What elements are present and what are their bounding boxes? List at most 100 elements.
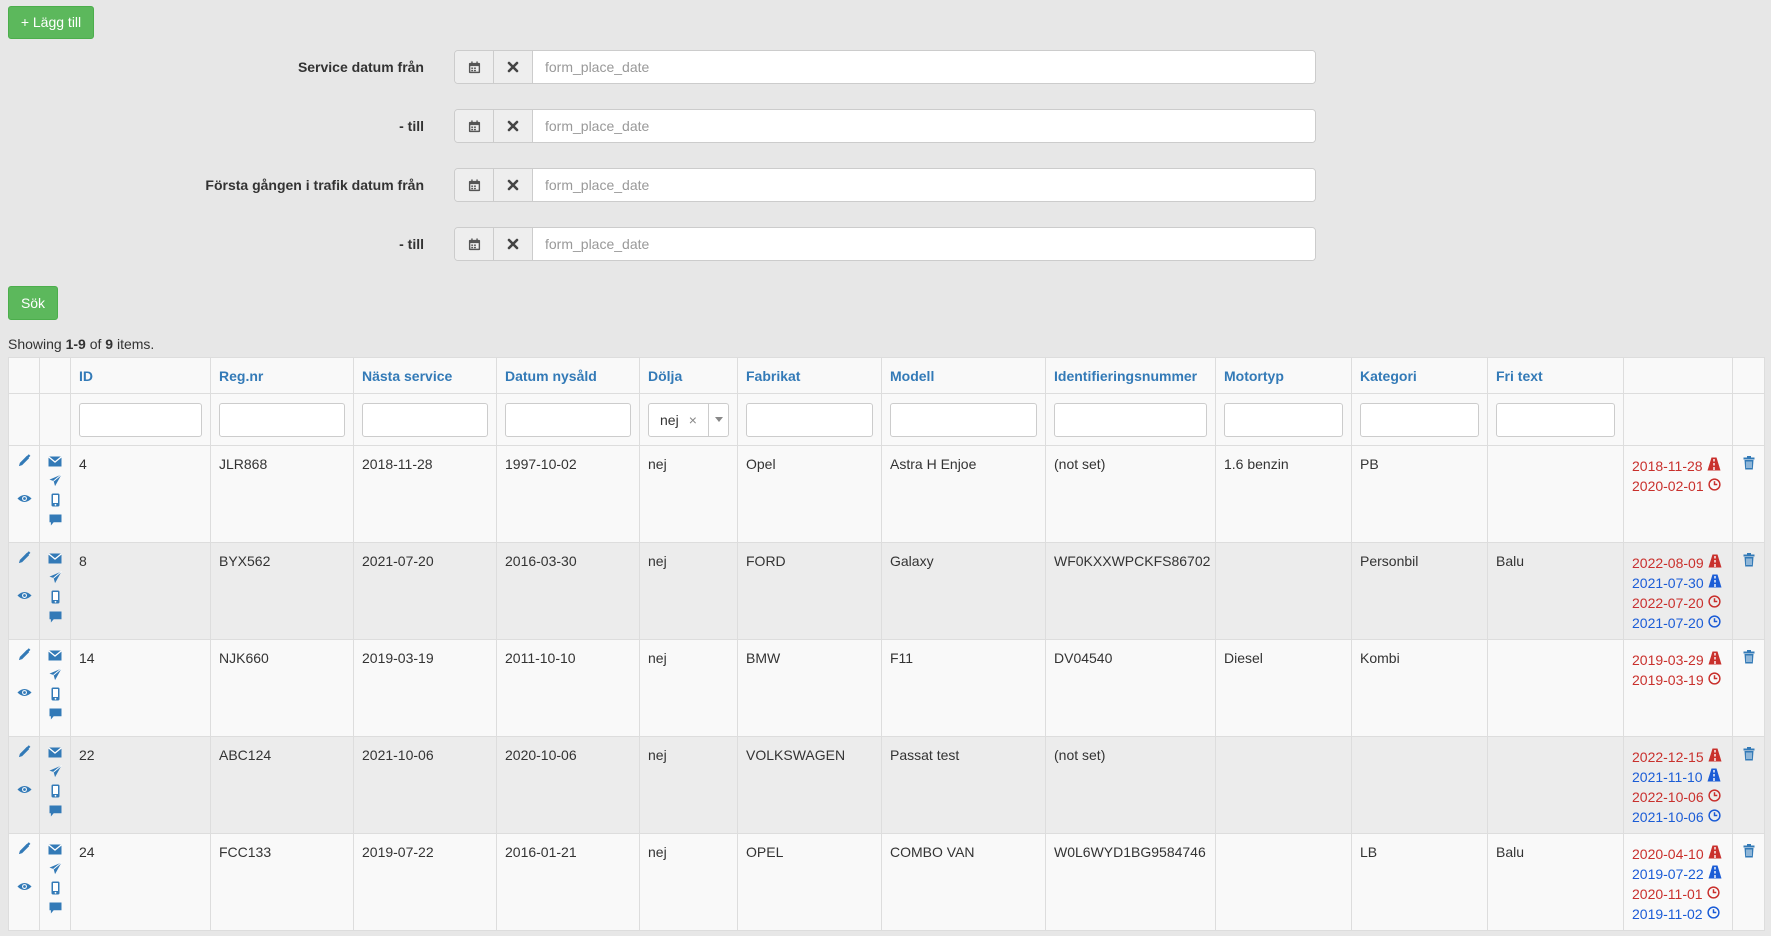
sort-link[interactable]: Identifieringsnummer [1054, 368, 1197, 384]
envelope-icon[interactable] [41, 648, 70, 664]
column-filter-input[interactable] [505, 402, 631, 437]
sort-link[interactable]: Fri text [1496, 368, 1543, 384]
phone-icon[interactable] [41, 784, 70, 801]
cell-dolja: nej [639, 639, 738, 737]
trash-icon[interactable] [1743, 747, 1755, 764]
eye-icon[interactable] [10, 879, 39, 895]
add-button[interactable]: + Lägg till [8, 6, 94, 39]
row-notify [39, 833, 71, 931]
date-input[interactable] [533, 169, 1315, 201]
column-filter-cell [496, 393, 640, 446]
column-header: Nästa service [353, 357, 497, 394]
search-button[interactable]: Sök [8, 286, 58, 320]
clear-icon[interactable] [494, 169, 533, 201]
date-entry: 2019-03-29 [1632, 650, 1724, 670]
sort-link[interactable]: Nästa service [362, 368, 452, 384]
pencil-icon[interactable] [10, 745, 39, 761]
pencil-icon[interactable] [10, 454, 39, 470]
cell-motor: 1.6 benzin [1215, 445, 1352, 543]
column-filter-input[interactable] [1496, 402, 1615, 437]
phone-icon[interactable] [41, 687, 70, 704]
envelope-icon[interactable] [41, 842, 70, 858]
comment-icon[interactable] [41, 610, 70, 626]
pencil-icon[interactable] [10, 648, 39, 664]
clear-select-icon[interactable]: × [689, 412, 697, 428]
date-entry: 2022-12-15 [1632, 747, 1724, 767]
date-entry: 2020-02-01 [1632, 476, 1724, 496]
date-filter-group [454, 109, 1316, 143]
column-filter-input[interactable] [79, 402, 202, 437]
sort-link[interactable]: Fabrikat [746, 368, 800, 384]
envelope-icon[interactable] [41, 551, 70, 567]
dolja-select[interactable]: nej × [648, 402, 729, 437]
trash-icon[interactable] [1743, 650, 1755, 667]
column-filter-input[interactable] [362, 402, 488, 437]
column-header: Fabrikat [737, 357, 882, 394]
date-input[interactable] [533, 51, 1315, 83]
cell-fabrikat: Opel [737, 445, 882, 543]
cell-fritext: Balu [1487, 542, 1624, 640]
pencil-icon[interactable] [10, 551, 39, 567]
comment-icon[interactable] [41, 707, 70, 723]
column-filter-input[interactable] [1224, 402, 1343, 437]
cell-dolja: nej [639, 736, 738, 834]
sort-link[interactable]: Datum nysåld [505, 368, 597, 384]
phone-icon[interactable] [41, 493, 70, 510]
phone-icon[interactable] [41, 881, 70, 898]
eye-icon[interactable] [10, 685, 39, 701]
sort-link[interactable]: Reg.nr [219, 368, 263, 384]
cell-ident: DV04540 [1045, 639, 1216, 737]
calendar-icon[interactable] [455, 228, 494, 260]
column-header: Motortyp [1215, 357, 1352, 394]
eye-icon[interactable] [10, 588, 39, 604]
eye-icon[interactable] [10, 491, 39, 507]
envelope-icon[interactable] [41, 745, 70, 761]
clock-icon [1707, 593, 1721, 613]
comment-icon[interactable] [41, 804, 70, 820]
calendar-icon[interactable] [455, 51, 494, 83]
send-icon[interactable] [41, 474, 70, 490]
send-icon[interactable] [41, 668, 70, 684]
column-filter-input[interactable] [746, 402, 873, 437]
column-filter-input[interactable] [219, 402, 345, 437]
clear-icon[interactable] [494, 110, 533, 142]
send-icon[interactable] [41, 765, 70, 781]
eye-icon[interactable] [10, 782, 39, 798]
date-input[interactable] [533, 110, 1315, 142]
cell-kategori: LB [1351, 833, 1488, 931]
date-entry: 2020-04-10 [1632, 844, 1724, 864]
comment-icon[interactable] [41, 901, 70, 917]
calendar-icon[interactable] [455, 169, 494, 201]
column-filter-input[interactable] [1360, 402, 1479, 437]
phone-icon[interactable] [41, 590, 70, 607]
clear-icon[interactable] [494, 51, 533, 83]
date-entry: 2021-10-06 [1632, 807, 1724, 827]
cell-service: 2019-03-19 [353, 639, 497, 737]
pencil-icon[interactable] [10, 842, 39, 858]
cell-fabrikat: VOLKSWAGEN [737, 736, 882, 834]
sort-link[interactable]: Kategori [1360, 368, 1417, 384]
send-icon[interactable] [41, 862, 70, 878]
trash-icon[interactable] [1743, 844, 1755, 861]
filter-label: Första gången i trafik datum från [205, 177, 424, 193]
date-input[interactable] [533, 228, 1315, 260]
chevron-down-icon[interactable] [708, 403, 728, 436]
sort-link[interactable]: Modell [890, 368, 934, 384]
sort-link[interactable]: Dölja [648, 368, 682, 384]
cell-regnr: NJK660 [210, 639, 354, 737]
column-filter-cell [1215, 393, 1352, 446]
sort-link[interactable]: ID [79, 368, 93, 384]
date-entry: 2019-03-19 [1632, 670, 1724, 690]
trash-icon[interactable] [1743, 456, 1755, 473]
sort-link[interactable]: Motortyp [1224, 368, 1284, 384]
road-icon [1708, 747, 1722, 767]
envelope-icon[interactable] [41, 454, 70, 470]
clear-icon[interactable] [494, 228, 533, 260]
column-filter-input[interactable] [1054, 402, 1207, 437]
calendar-icon[interactable] [455, 110, 494, 142]
trash-icon[interactable] [1743, 553, 1755, 570]
column-filter-input[interactable] [890, 402, 1037, 437]
comment-icon[interactable] [41, 513, 70, 529]
filter-empty [1732, 393, 1765, 446]
send-icon[interactable] [41, 571, 70, 587]
